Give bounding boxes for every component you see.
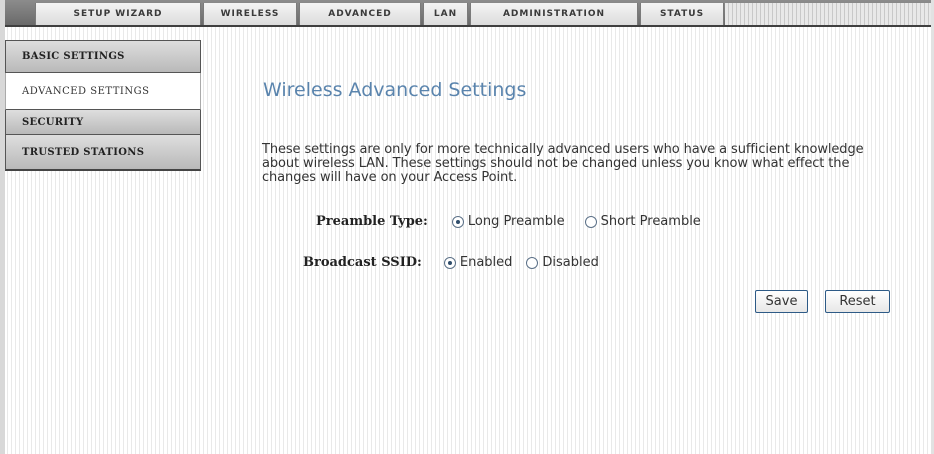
radio-ssid-disabled[interactable]: Disabled <box>526 255 599 270</box>
preamble-type-label: Preamble Type: <box>316 214 428 229</box>
nav-filler <box>725 3 931 25</box>
radio-unchecked-icon[interactable] <box>584 215 597 228</box>
radio-long-preamble[interactable]: Long Preamble <box>451 214 565 229</box>
radio-ssid-enabled[interactable]: Enabled <box>443 255 513 270</box>
sidebar-item-security[interactable]: SECURITY <box>5 110 201 135</box>
sidebar-item-advanced-settings[interactable]: ADVANCED SETTINGS <box>5 73 201 110</box>
tab-administration[interactable]: ADMINISTRATION <box>470 3 638 25</box>
tab-advanced[interactable]: ADVANCED <box>299 3 421 25</box>
broadcast-ssid-radio-group: Enabled Disabled <box>443 255 619 270</box>
settings-description: These settings are only for more technic… <box>262 142 864 185</box>
radio-long-preamble-label: Long Preamble <box>467 214 565 229</box>
tab-lan[interactable]: LAN <box>423 3 468 25</box>
broadcast-ssid-label: Broadcast SSID: <box>303 255 422 270</box>
preamble-type-radio-group: Long Preamble Short Preamble <box>451 214 721 229</box>
top-navigation-bar: SETUP WIZARD WIRELESS ADVANCED LAN ADMIN… <box>5 0 931 27</box>
radio-ssid-enabled-label: Enabled <box>459 255 513 270</box>
radio-unchecked-icon[interactable] <box>526 256 539 269</box>
reset-button[interactable]: Reset <box>825 290 890 313</box>
tab-status[interactable]: STATUS <box>640 3 724 25</box>
radio-short-preamble[interactable]: Short Preamble <box>584 214 701 229</box>
sidebar: BASIC SETTINGS ADVANCED SETTINGS SECURIT… <box>5 40 201 171</box>
radio-checked-icon[interactable] <box>443 256 456 269</box>
page-title: Wireless Advanced Settings <box>263 79 527 101</box>
sidebar-item-trusted-stations[interactable]: TRUSTED STATIONS <box>5 135 201 171</box>
tab-setup-wizard[interactable]: SETUP WIZARD <box>35 3 201 25</box>
radio-short-preamble-label: Short Preamble <box>600 214 701 229</box>
tab-wireless[interactable]: WIRELESS <box>203 3 297 25</box>
preamble-type-row: Preamble Type: Long Preamble Short Pream… <box>316 214 721 229</box>
broadcast-ssid-row: Broadcast SSID: Enabled Disabled <box>303 255 619 270</box>
radio-ssid-disabled-label: Disabled <box>542 255 599 270</box>
sidebar-item-basic-settings[interactable]: BASIC SETTINGS <box>5 40 201 73</box>
save-button[interactable]: Save <box>755 290 808 313</box>
radio-checked-icon[interactable] <box>451 215 464 228</box>
